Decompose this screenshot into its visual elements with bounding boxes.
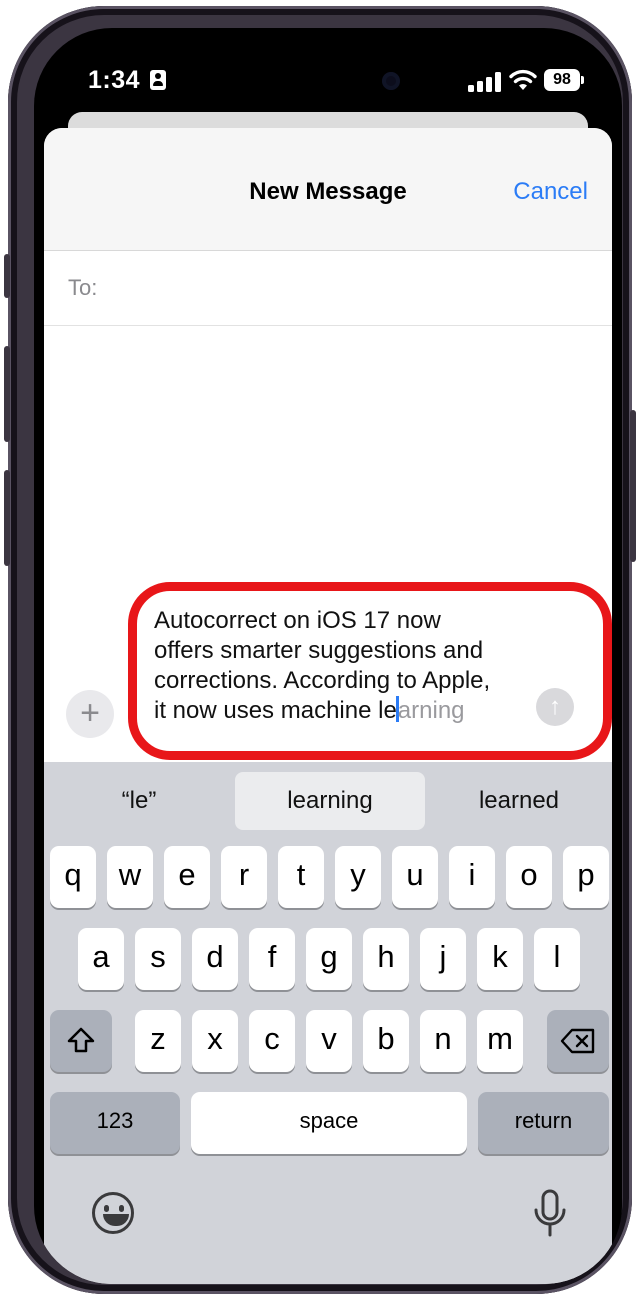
suggestion-literal[interactable]: “le” (54, 772, 224, 830)
new-message-sheet: New Message Cancel To: + Autocorrect on … (44, 128, 612, 1284)
front-camera (382, 72, 400, 90)
delete-icon (560, 1028, 595, 1054)
phone-frame: 1:34 98 New Message Cancel To: + Autocor… (4, 6, 636, 1294)
annotation-highlight (128, 582, 612, 760)
key-t[interactable]: t (278, 846, 324, 908)
dynamic-island (248, 58, 434, 108)
suggestion-learning[interactable]: learning (235, 772, 425, 830)
space-key[interactable]: space (191, 1092, 467, 1154)
key-a[interactable]: a (78, 928, 124, 990)
key-h[interactable]: h (363, 928, 409, 990)
shift-key[interactable] (50, 1010, 112, 1072)
wifi-icon (509, 69, 537, 90)
numbers-key[interactable]: 123 (50, 1092, 180, 1154)
status-time: 1:34 (88, 66, 141, 94)
key-f[interactable]: f (249, 928, 295, 990)
key-w[interactable]: w (107, 846, 153, 908)
emoji-icon[interactable] (92, 1192, 134, 1234)
action-button (4, 254, 10, 298)
focus-person-icon (150, 70, 166, 90)
key-g[interactable]: g (306, 928, 352, 990)
key-l[interactable]: l (534, 928, 580, 990)
key-v[interactable]: v (306, 1010, 352, 1072)
key-j[interactable]: j (420, 928, 466, 990)
key-y[interactable]: y (335, 846, 381, 908)
cancel-button[interactable]: Cancel (513, 178, 588, 206)
key-m[interactable]: m (477, 1010, 523, 1072)
key-d[interactable]: d (192, 928, 238, 990)
to-field[interactable]: To: (44, 251, 612, 326)
key-c[interactable]: c (249, 1010, 295, 1072)
key-z[interactable]: z (135, 1010, 181, 1072)
key-e[interactable]: e (164, 846, 210, 908)
battery-indicator: 98 (544, 69, 584, 91)
key-r[interactable]: r (221, 846, 267, 908)
phone-screen: 1:34 98 New Message Cancel To: + Autocor… (34, 28, 622, 1284)
key-b[interactable]: b (363, 1010, 409, 1072)
key-o[interactable]: o (506, 846, 552, 908)
key-u[interactable]: u (392, 846, 438, 908)
key-k[interactable]: k (477, 928, 523, 990)
volume-down-button (4, 470, 10, 566)
key-i[interactable]: i (449, 846, 495, 908)
key-x[interactable]: x (192, 1010, 238, 1072)
key-s[interactable]: s (135, 928, 181, 990)
suggestion-learned[interactable]: learned (436, 772, 602, 830)
key-q[interactable]: q (50, 846, 96, 908)
shift-icon (67, 1027, 95, 1053)
volume-up-button (4, 346, 10, 442)
key-p[interactable]: p (563, 846, 609, 908)
nav-bar: New Message Cancel (44, 128, 612, 251)
cellular-signal-icon (468, 72, 502, 92)
power-button (630, 410, 636, 562)
plus-button[interactable]: + (66, 690, 114, 738)
predictive-bar: “le” learning learned (44, 762, 612, 836)
plus-icon: + (80, 694, 100, 732)
microphone-icon[interactable] (528, 1188, 572, 1240)
return-key[interactable]: return (478, 1092, 609, 1154)
delete-key[interactable] (547, 1010, 609, 1072)
key-n[interactable]: n (420, 1010, 466, 1072)
to-label: To: (68, 275, 98, 300)
